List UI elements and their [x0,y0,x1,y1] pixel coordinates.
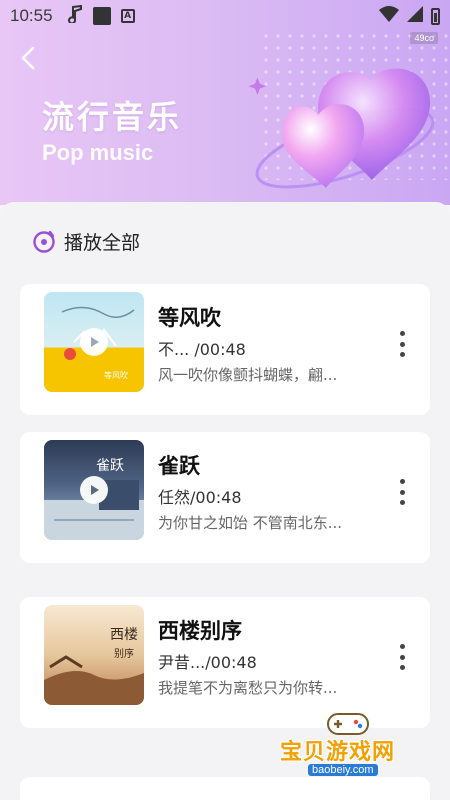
song-card[interactable]: 西楼 别序 西楼别序 尹昔.../00:48 我提笔不为离愁只为你转... [20,597,430,728]
more-options-button[interactable] [394,477,410,507]
song-card[interactable]: 等风吹 等风吹 不... /00:48 风一吹你像颤抖蝴蝶，翩... [20,284,430,415]
a-badge-icon: A [120,9,135,23]
watermark-url: baobeiy.com [308,764,378,776]
chevron-left-icon [21,46,35,70]
gamepad-icon [327,713,369,735]
wifi-icon [379,6,399,27]
play-all-label: 播放全部 [64,232,141,254]
song-meta: 不... /00:48 [158,340,246,359]
battery-icon [431,8,440,25]
cover-art: 西楼 别序 [44,627,144,705]
status-time: 10:55 [10,6,53,25]
more-options-button[interactable] [394,642,410,672]
play-icon [91,485,99,495]
more-options-button[interactable] [394,329,410,359]
song-cover[interactable]: 西楼 别序 [44,605,144,705]
song-lyric: 我提笔不为离愁只为你转... [158,679,338,697]
corner-label: 49co [410,32,438,44]
more-dot [399,331,405,336]
play-button[interactable] [80,476,108,504]
more-dot [399,489,405,495]
song-lyric: 为你甘之如饴 不管南北东... [158,514,343,532]
song-card[interactable]: 雀跃 雀跃 任然/00:48 为你甘之如饴 不管南北东... [20,432,430,563]
more-dot [399,665,405,670]
svg-text:等风吹: 等风吹 [104,370,128,380]
page-subtitle: Pop music [42,140,154,165]
song-cover[interactable]: 雀跃 [44,440,144,540]
more-dot [399,479,405,484]
page-title: 流行音乐 [42,98,183,136]
status-bar: 10:55 A [0,0,450,32]
play-all-button[interactable]: 播放全部 [32,228,140,255]
more-dot [399,500,405,505]
song-title: 等风吹 [158,306,221,330]
song-meta: 尹昔.../00:48 [158,653,257,672]
song-title: 西楼别序 [158,619,242,643]
heart-illustration [248,68,435,189]
music-disc-icon [33,230,55,253]
svg-text:别序: 别序 [114,647,134,660]
signal-icon [407,6,423,27]
more-dot [399,654,405,660]
status-right [379,6,440,27]
song-lyric: 风一吹你像颤抖蝴蝶，翩... [158,366,338,384]
svg-text:西楼: 西楼 [110,627,138,643]
more-dot [399,644,405,649]
play-icon [91,337,99,347]
song-cover[interactable]: 等风吹 [44,292,144,392]
watermark: 宝贝游戏网 baobeiy.com [280,710,420,780]
square-icon [92,7,111,25]
more-dot [399,341,405,347]
more-dot [399,352,405,357]
song-card[interactable] [20,777,430,800]
back-button[interactable] [16,44,40,72]
music-note-icon [67,4,83,28]
header-banner: 10:55 A 49co 流行音乐 Pop music [0,0,450,205]
song-title: 雀跃 [158,454,200,478]
song-meta: 任然/00:48 [158,488,242,507]
svg-text:雀跃: 雀跃 [96,458,124,474]
watermark-text: 宝贝游戏网 [280,740,396,765]
play-button[interactable] [80,328,108,356]
